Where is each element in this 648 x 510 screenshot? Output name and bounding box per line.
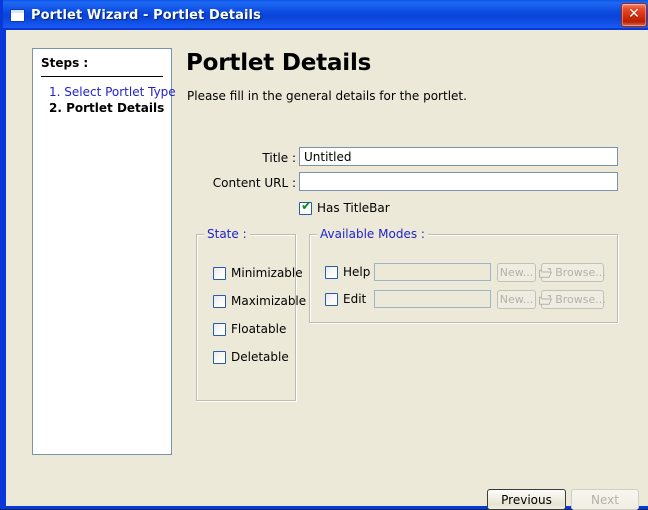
- dialog-window: Portlet Wizard - Portlet Details ✕ Steps…: [0, 0, 648, 510]
- help-mode-input: [374, 263, 491, 281]
- label-deletable: Deletable: [231, 350, 289, 364]
- state-group: State : Minimizable Maximizable Floatabl…: [196, 227, 306, 401]
- checkbox-deletable[interactable]: [213, 351, 226, 364]
- state-group-legend: State :: [204, 227, 250, 241]
- steps-divider: [41, 76, 163, 77]
- edit-browse-button: Browse...: [539, 290, 606, 309]
- title-label: Title :: [262, 151, 296, 165]
- close-button[interactable]: ✕: [621, 3, 647, 27]
- checkbox-maximizable[interactable]: [213, 295, 226, 308]
- help-browse-label: Browse...: [555, 266, 606, 279]
- folder-icon: [539, 267, 553, 278]
- window-icon: [10, 8, 25, 22]
- title-input[interactable]: [299, 147, 618, 166]
- window-title: Portlet Wizard - Portlet Details: [31, 7, 261, 23]
- content-pane: Portlet Details Please fill in the gener…: [186, 30, 648, 510]
- checkbox-help-mode[interactable]: [325, 266, 338, 279]
- close-icon: ✕: [628, 6, 640, 22]
- edit-new-button: New...: [497, 290, 536, 309]
- edit-mode-input: [374, 290, 491, 308]
- available-modes-group: Available Modes : Help New... Browse...: [309, 227, 618, 323]
- content-url-label: Content URL :: [212, 176, 296, 190]
- title-bar[interactable]: Portlet Wizard - Portlet Details ✕: [3, 0, 648, 30]
- help-browse-button: Browse...: [539, 263, 606, 282]
- available-modes-legend: Available Modes :: [317, 227, 428, 241]
- content-url-input[interactable]: [299, 172, 618, 191]
- has-titlebar-label: Has TitleBar: [317, 201, 390, 215]
- checkbox-edit-mode[interactable]: [325, 293, 338, 306]
- label-minimizable: Minimizable: [231, 266, 303, 280]
- dialog-body: Steps : 1. Select Portlet Type 2. Portle…: [6, 30, 648, 510]
- label-help-mode: Help: [343, 265, 371, 279]
- folder-icon: [539, 294, 553, 305]
- label-floatable: Floatable: [231, 322, 287, 336]
- sidebar-item-select-portlet-type[interactable]: 1. Select Portlet Type: [49, 85, 176, 99]
- label-maximizable: Maximizable: [231, 294, 307, 308]
- steps-panel: Steps : 1. Select Portlet Type 2. Portle…: [32, 48, 176, 455]
- checkbox-minimizable[interactable]: [213, 267, 226, 280]
- previous-button[interactable]: Previous: [487, 489, 566, 510]
- checkbox-floatable[interactable]: [213, 323, 226, 336]
- help-new-button: New...: [497, 263, 536, 282]
- page-title: Portlet Details: [186, 50, 372, 76]
- has-titlebar-checkbox[interactable]: ✔: [299, 199, 312, 215]
- page-subtitle: Please fill in the general details for t…: [187, 89, 467, 103]
- checkmark-icon: ✔: [301, 199, 312, 214]
- edit-browse-label: Browse...: [555, 293, 606, 306]
- next-button: Next: [571, 489, 639, 510]
- sidebar-item-portlet-details[interactable]: 2. Portlet Details: [49, 101, 164, 115]
- steps-heading: Steps :: [41, 56, 89, 70]
- label-edit-mode: Edit: [343, 292, 367, 306]
